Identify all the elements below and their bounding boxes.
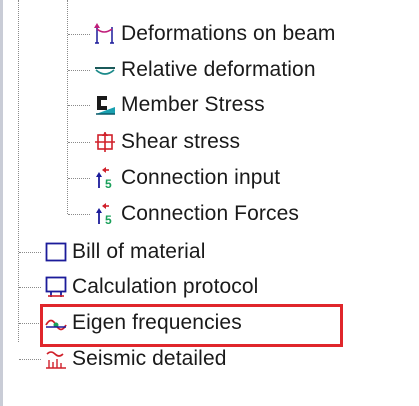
connection-input-icon: 5 <box>94 167 116 189</box>
tree-item-seismic-detailed[interactable]: Seismic detailed <box>45 344 227 374</box>
calculation-protocol-icon <box>45 276 67 298</box>
tree-item-label: Shear stress <box>121 130 241 153</box>
tree-item-member-stress[interactable]: Member Stress <box>94 90 265 120</box>
tree-connector-h <box>68 214 90 215</box>
relative-deformation-icon <box>94 59 116 81</box>
tree-item-label: Member Stress <box>121 93 265 116</box>
tree-item-label: Bill of material <box>72 240 206 263</box>
tree-connector-h <box>68 34 90 35</box>
tree-connector-h <box>19 323 41 324</box>
tree-item-label: Calculation protocol <box>72 275 259 298</box>
tree-item-label: Connection input <box>121 166 281 189</box>
tree-connector-sub <box>67 0 68 214</box>
tree-connector-h <box>19 359 41 360</box>
tree-item-label: Connection Forces <box>121 202 299 225</box>
tree-connector-h <box>68 105 90 106</box>
svg-text:5: 5 <box>105 213 112 225</box>
tree-connector-h <box>68 178 90 179</box>
tree-item-connection-input[interactable]: 5 Connection input <box>94 163 280 193</box>
tree-item-label: Relative deformation <box>121 58 316 81</box>
bill-of-material-icon <box>45 241 67 263</box>
tree-connector-h <box>68 142 90 143</box>
shear-stress-icon <box>94 131 116 153</box>
tree-item-shear-stress[interactable]: Shear stress <box>94 127 240 157</box>
tree-item-label: Seismic detailed <box>72 347 227 370</box>
tree-connector-main <box>18 0 19 342</box>
tree-item-label: Deformations on beam <box>121 22 336 45</box>
tree-item-relative-deformation[interactable]: Relative deformation <box>94 55 316 85</box>
tree-left-border <box>0 0 3 406</box>
seismic-detailed-icon <box>45 348 67 370</box>
svg-text:5: 5 <box>105 177 112 189</box>
tree-item-calculation-protocol[interactable]: Calculation protocol <box>45 272 258 302</box>
member-stress-icon <box>94 94 116 116</box>
tree-connector-h <box>68 70 90 71</box>
tree-item-deformations-on-beam[interactable]: Deformations on beam <box>94 19 335 49</box>
highlight-box <box>40 304 343 347</box>
tree-connector-h <box>19 287 41 288</box>
deformation-beam-icon <box>94 23 116 45</box>
tree-item-bill-of-material[interactable]: Bill of material <box>45 237 205 267</box>
tree-item-connection-forces[interactable]: 5 Connection Forces <box>94 199 299 229</box>
connection-forces-icon: 5 <box>94 203 116 225</box>
tree-connector-h <box>19 252 41 253</box>
